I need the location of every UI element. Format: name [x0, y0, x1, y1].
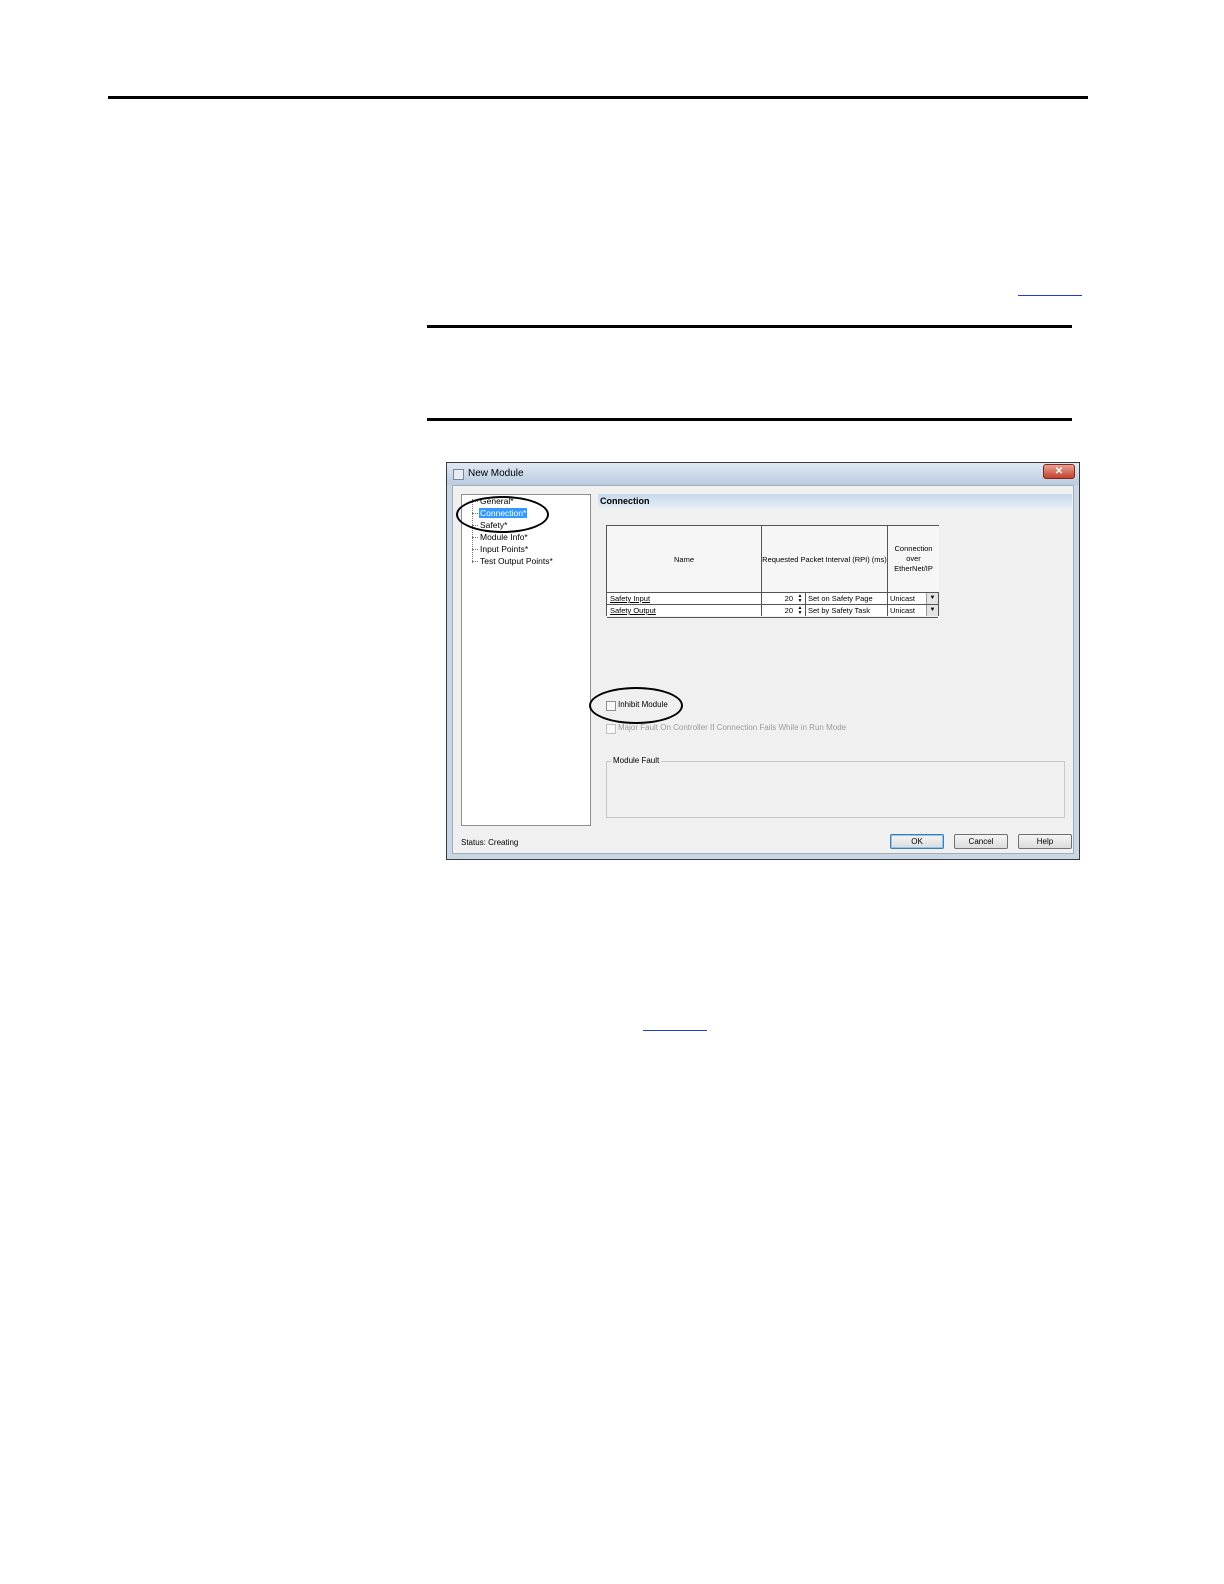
section-title: Connection: [598, 494, 1072, 508]
rpi-value: 20: [784, 594, 793, 603]
app-icon: [453, 469, 464, 480]
module-fault-label: Module Fault: [611, 756, 662, 765]
chevron-down-icon[interactable]: ▼: [926, 605, 938, 616]
column-header-connection: Connection over EtherNet/IP: [888, 526, 939, 592]
tree-item-label: Module Info*: [480, 532, 528, 542]
help-button[interactable]: Help: [1018, 834, 1072, 849]
chevron-down-icon[interactable]: ▼: [926, 593, 938, 604]
column-header-name: Name: [607, 526, 762, 592]
rpi-value: 20: [784, 606, 793, 615]
rpi-source: Set on Safety Page: [806, 593, 888, 604]
callout-ellipse: [456, 496, 549, 533]
hyperlink-underline[interactable]: [1018, 295, 1082, 296]
rpi-stepper[interactable]: 20 ▲ ▼: [762, 605, 806, 616]
connection-type-value: Unicast: [890, 594, 916, 603]
category-tree: General* Connection* Safety* Module Info…: [461, 494, 591, 826]
ok-button[interactable]: OK: [890, 834, 944, 849]
major-fault-checkbox[interactable]: [606, 724, 616, 734]
table-row: Safety Output 20 ▲ ▼ Set by Safety Task Un…: [607, 604, 938, 618]
status-text: Status: Creating: [461, 838, 519, 847]
hyperlink-underline[interactable]: [643, 1030, 707, 1031]
new-module-dialog: New Module ✕ General* Connection* Safety…: [446, 462, 1080, 860]
close-button[interactable]: ✕: [1043, 464, 1075, 479]
rpi-stepper[interactable]: 20 ▲ ▼: [762, 593, 806, 604]
connection-type-select[interactable]: Unicast ▼: [888, 605, 938, 616]
row-name-cell: Safety Input: [607, 593, 762, 604]
cancel-button[interactable]: Cancel: [954, 834, 1008, 849]
row-name: Safety Input: [610, 594, 651, 603]
header-rule: [108, 96, 1088, 99]
connection-table: Name Requested Packet Interval (RPI) (ms…: [606, 525, 939, 618]
callout-ellipse: [589, 687, 683, 724]
connection-type-value: Unicast: [890, 606, 916, 615]
connection-type-select[interactable]: Unicast ▼: [888, 593, 938, 604]
note-top-rule: [427, 325, 1072, 328]
rpi-source: Set by Safety Task: [806, 605, 888, 616]
module-fault-group: Module Fault: [606, 756, 1065, 818]
major-fault-label: Major Fault On Controller If Connection …: [618, 723, 847, 732]
title-bar: New Module ✕: [447, 463, 1079, 485]
note-bottom-rule: [427, 418, 1072, 421]
dialog-title: New Module: [468, 468, 524, 479]
row-name-cell: Safety Output: [607, 605, 762, 616]
spin-arrows-icon[interactable]: ▲ ▼: [796, 606, 804, 616]
spin-arrows-icon[interactable]: ▲ ▼: [796, 594, 804, 604]
tree-item-label: Test Output Points*: [480, 556, 553, 566]
tree-item-test-output-points[interactable]: Test Output Points*: [472, 555, 554, 567]
column-header-rpi: Requested Packet Interval (RPI) (ms): [762, 526, 888, 592]
tree-item-label: Input Points*: [480, 544, 529, 554]
row-name: Safety Output: [610, 606, 656, 615]
tree-item-input-points[interactable]: Input Points*: [472, 543, 529, 555]
dialog-client-area: General* Connection* Safety* Module Info…: [452, 485, 1074, 854]
